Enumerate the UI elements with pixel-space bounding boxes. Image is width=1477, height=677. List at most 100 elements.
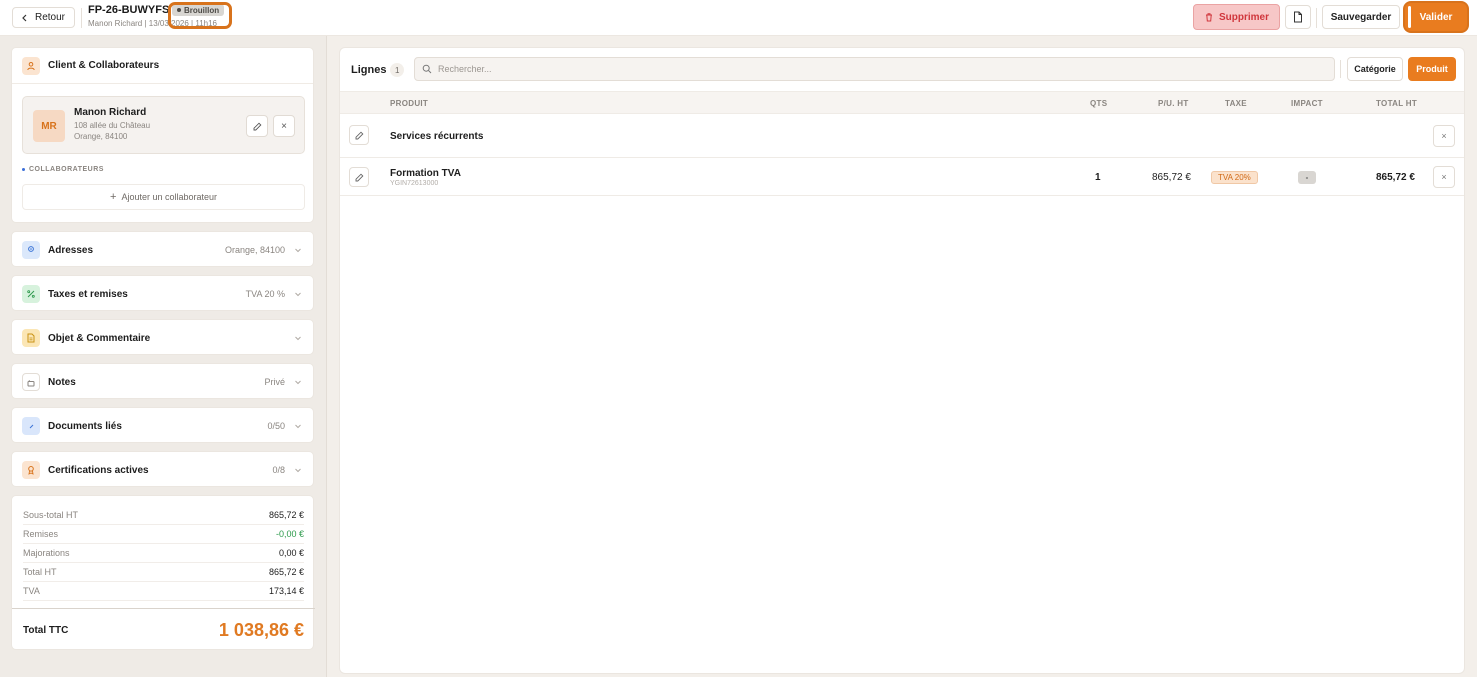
table-row: Formation TVA YGIN72613000 1 865,72 € TV… bbox=[340, 158, 1464, 196]
column-total: TOTAL HT bbox=[1376, 99, 1418, 108]
file-icon bbox=[1294, 11, 1302, 23]
chevron-down-icon bbox=[293, 377, 303, 387]
chevron-down-icon bbox=[293, 333, 303, 343]
user-icon bbox=[22, 56, 40, 75]
total-ttc-row: Total TTC 1 038,86 € bbox=[12, 608, 315, 651]
section-card-notes[interactable]: Notes Privé bbox=[11, 363, 314, 399]
search-box[interactable] bbox=[414, 57, 1335, 81]
left-panel: Client & Collaborateurs MR Manon Richard… bbox=[0, 36, 327, 677]
paperclip-icon bbox=[22, 417, 40, 435]
section-card-documents-li-s[interactable]: Documents liés 0/50 bbox=[11, 407, 314, 443]
client-card-header[interactable]: Client & Collaborateurs bbox=[12, 48, 313, 84]
save-button[interactable]: Sauvegarder bbox=[1322, 5, 1400, 29]
product-name: Formation TVA bbox=[390, 168, 461, 179]
search-input[interactable] bbox=[438, 64, 1334, 74]
total-row-label: Remises bbox=[23, 529, 59, 539]
section-meta: Orange, 84100 bbox=[224, 245, 285, 255]
close-icon: × bbox=[1441, 172, 1447, 182]
chevron-down-icon bbox=[293, 289, 303, 299]
document-number: FP-26-BUWYFS bbox=[88, 4, 170, 16]
section-meta: Privé bbox=[264, 377, 285, 387]
column-qty: QTS bbox=[1090, 99, 1108, 108]
delete-button[interactable]: Supprimer bbox=[1193, 4, 1280, 30]
client-summary: MR Manon Richard 108 allée du Château Or… bbox=[22, 96, 305, 154]
total-row-label: Sous-total HT bbox=[23, 510, 79, 520]
pdf-preview-button[interactable] bbox=[1285, 5, 1311, 29]
client-card-title: Client & Collaborateurs bbox=[48, 60, 160, 71]
edit-icon bbox=[253, 122, 261, 130]
column-product: PRODUIT bbox=[390, 99, 429, 108]
delete-category-button[interactable]: × bbox=[1433, 125, 1455, 147]
section-header[interactable]: Certifications actives 0/8 bbox=[12, 452, 313, 488]
section-card-objet-commentaire[interactable]: Objet & Commentaire bbox=[11, 319, 314, 355]
total-row-value: 173,14 € bbox=[268, 586, 304, 596]
collaborators-label: COLLABORATEURS bbox=[29, 166, 104, 173]
tax-badge: TVA 20% bbox=[1211, 171, 1258, 184]
lines-count-badge: 1 bbox=[390, 63, 405, 77]
total-row-value: -0,00 € bbox=[275, 529, 304, 539]
collaborators-dot bbox=[22, 168, 25, 171]
totals-card: Sous-total HT 865,72 € Remises -0,00 € Major… bbox=[11, 495, 315, 651]
total-row-value: 865,72 € bbox=[268, 567, 304, 577]
header-divider-right bbox=[1316, 8, 1317, 28]
section-card-taxes-et-remises[interactable]: Taxes et remises TVA 20 % bbox=[11, 275, 314, 311]
client-card: Client & Collaborateurs MR Manon Richard… bbox=[11, 47, 314, 223]
top-header: Retour FP-26-BUWYFS Manon Richard | 13/0… bbox=[0, 0, 1477, 36]
section-title: Objet & Commentaire bbox=[48, 332, 151, 344]
delete-line-button[interactable]: × bbox=[1433, 166, 1455, 188]
add-category-button[interactable]: Catégorie bbox=[1347, 57, 1403, 81]
product-qty: 1 bbox=[1095, 172, 1101, 183]
section-header[interactable]: Adresses Orange, 84100 bbox=[12, 232, 313, 268]
client-address-line1: 108 allée du Château bbox=[74, 121, 151, 130]
total-row-total-ht: Total HT 865,72 € bbox=[23, 563, 304, 582]
section-card-adresses[interactable]: Adresses Orange, 84100 bbox=[11, 231, 314, 267]
trash-icon bbox=[1205, 13, 1212, 22]
section-header[interactable]: Notes Privé bbox=[12, 364, 313, 400]
search-icon bbox=[422, 64, 432, 74]
category-name: Services récurrents bbox=[390, 131, 484, 142]
client-name: Manon Richard bbox=[74, 107, 147, 118]
lock-icon bbox=[22, 373, 40, 391]
back-button-label: Retour bbox=[35, 12, 66, 23]
total-row-label: TVA bbox=[23, 586, 40, 596]
edit-icon bbox=[355, 131, 363, 139]
close-icon: × bbox=[281, 120, 287, 132]
total-row-value: 0,00 € bbox=[278, 548, 304, 558]
section-header[interactable]: Objet & Commentaire bbox=[12, 320, 313, 356]
chevron-left-icon bbox=[22, 14, 27, 21]
lines-title: Lignes bbox=[351, 64, 387, 76]
section-header[interactable]: Taxes et remises TVA 20 % bbox=[12, 276, 313, 312]
toolbar-divider bbox=[1340, 60, 1341, 78]
percent-icon bbox=[22, 285, 40, 303]
section-title: Documents liés bbox=[48, 420, 122, 432]
total-row-remises: Remises -0,00 € bbox=[23, 525, 304, 544]
total-row-tva: TVA 173,14 € bbox=[23, 582, 304, 601]
section-card-certifications-actives[interactable]: Certifications actives 0/8 bbox=[11, 451, 314, 487]
edit-line-button[interactable] bbox=[349, 167, 369, 187]
total-ttc-label: Total TTC bbox=[23, 624, 69, 636]
total-row-label: Total HT bbox=[23, 567, 57, 577]
edit-category-button[interactable] bbox=[349, 125, 369, 145]
impact-badge: - bbox=[1298, 171, 1316, 184]
product-unit-price: 865,72 € bbox=[1152, 172, 1191, 183]
document-icon bbox=[22, 329, 40, 347]
category-row: Services récurrents × bbox=[340, 114, 1464, 158]
add-collaborator-label: Ajouter un collaborateur bbox=[121, 192, 217, 202]
section-title: Notes bbox=[48, 376, 76, 388]
total-row-sous-total-ht: Sous-total HT 865,72 € bbox=[23, 506, 304, 525]
add-collaborator-button[interactable]: + Ajouter un collaborateur bbox=[22, 184, 305, 210]
chevron-down-icon bbox=[293, 421, 303, 431]
column-impact: IMPACT bbox=[1291, 99, 1323, 108]
add-product-button[interactable]: Produit bbox=[1408, 57, 1456, 81]
edit-client-button[interactable] bbox=[246, 115, 268, 137]
product-reference: YGIN72613000 bbox=[390, 180, 439, 187]
remove-client-button[interactable]: × bbox=[273, 115, 295, 137]
header-divider bbox=[81, 8, 82, 28]
section-header[interactable]: Documents liés 0/50 bbox=[12, 408, 313, 444]
back-button[interactable]: Retour bbox=[12, 7, 76, 28]
validate-button[interactable]: Valider bbox=[1405, 3, 1467, 31]
total-row-value: 865,72 € bbox=[268, 510, 304, 520]
lines-panel: Lignes 1 Catégorie Produit PRODUIT QTS P… bbox=[339, 47, 1465, 674]
plus-icon: + bbox=[110, 191, 117, 203]
map-pin-icon bbox=[22, 241, 40, 259]
